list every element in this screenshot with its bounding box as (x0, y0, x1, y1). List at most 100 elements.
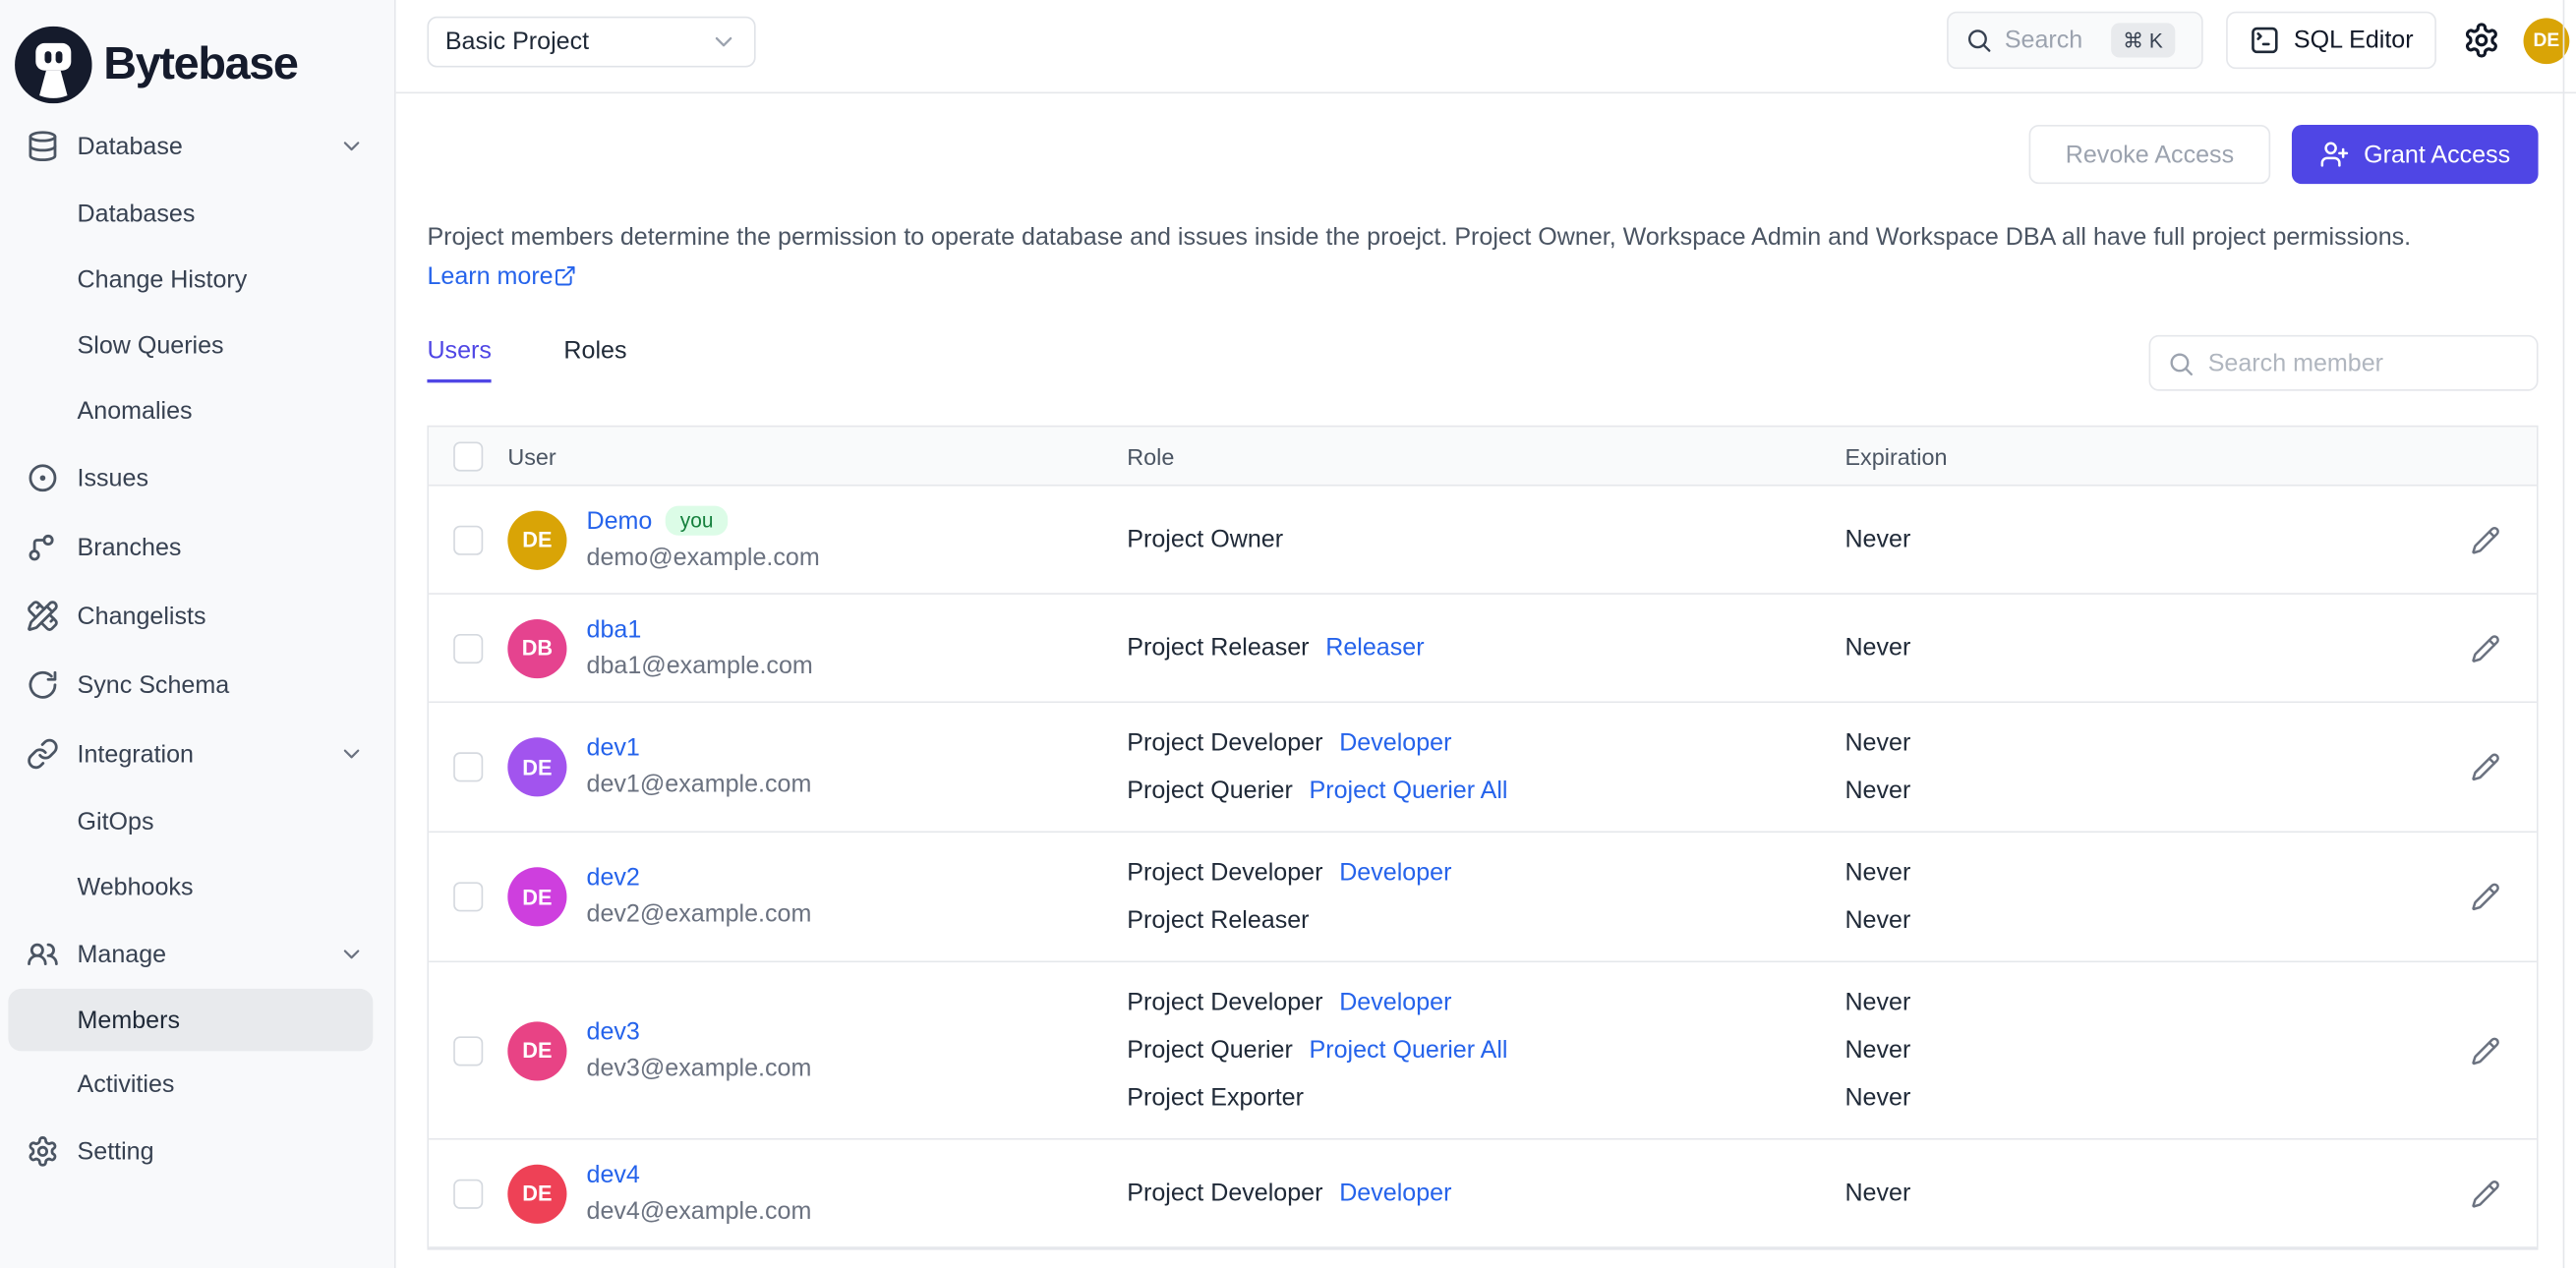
sidebar-item-issues[interactable]: Issues (0, 443, 394, 512)
role-text: Project Owner (1127, 525, 1284, 554)
sidebar-item-anomalies[interactable]: Anomalies (0, 377, 394, 443)
sql-editor-label: SQL Editor (2293, 26, 2414, 55)
member-email: dba1@example.com (586, 651, 813, 679)
member-search-input[interactable] (2207, 349, 2521, 377)
sidebar-item-label: Database (77, 132, 183, 160)
search-icon (2167, 349, 2195, 376)
tab-users[interactable]: Users (427, 337, 492, 383)
column-header-role: Role (1127, 442, 1175, 470)
issue-icon (27, 462, 59, 494)
expiration-text: Never (1844, 525, 1911, 554)
table-row: DE dev4 dev4@example.com Project Develop… (429, 1139, 2537, 1248)
member-name-link[interactable]: dev1 (587, 731, 640, 768)
sidebar-item-database[interactable]: Database (0, 112, 394, 181)
sidebar-item-integration[interactable]: Integration (0, 720, 394, 788)
member-email: dev1@example.com (586, 770, 812, 799)
global-search[interactable]: ⌘ K (1947, 11, 2204, 70)
gear-icon (27, 1135, 59, 1168)
role-link[interactable]: Project Querier All (1310, 1036, 1508, 1064)
role-text: Project Querier (1127, 1036, 1293, 1065)
chevron-down-icon (338, 741, 365, 768)
learn-more-link[interactable]: Learn more (427, 262, 553, 290)
bytebase-logo[interactable]: Bytebase (0, 0, 394, 112)
chevron-down-icon (710, 28, 737, 55)
member-name-link[interactable]: dba1 (587, 611, 642, 648)
avatar: DE (507, 509, 567, 569)
changelist-icon (27, 600, 59, 632)
column-header-user: User (507, 442, 556, 470)
expiration-text: Never (1844, 633, 1911, 663)
edit-member-button[interactable] (2471, 1036, 2500, 1066)
sidebar-item-sync-schema[interactable]: Sync Schema (0, 651, 394, 720)
revoke-access-button[interactable]: Revoke Access (2029, 124, 2270, 185)
edit-member-button[interactable] (2471, 633, 2500, 663)
edit-member-button[interactable] (2471, 1179, 2500, 1208)
sidebar-item-slow-queries[interactable]: Slow Queries (0, 312, 394, 377)
role-link[interactable]: Releaser (1325, 634, 1424, 662)
role-text: Project Developer (1127, 988, 1323, 1017)
edit-member-button[interactable] (2471, 525, 2500, 554)
sidebar-item-branches[interactable]: Branches (0, 512, 394, 581)
project-selector-value: Basic Project (444, 28, 590, 56)
column-header-expiration: Expiration (1844, 442, 1948, 470)
tab-roles[interactable]: Roles (563, 337, 626, 383)
page-description: Project members determine the permission… (427, 218, 2474, 297)
bytebase-logo-icon (15, 25, 92, 103)
member-name-link[interactable]: Demo (587, 503, 653, 540)
select-all-checkbox[interactable] (453, 440, 484, 471)
role-link[interactable]: Developer (1339, 989, 1451, 1016)
expiration-text: Never (1844, 988, 1911, 1017)
sql-editor-button[interactable]: SQL Editor (2226, 11, 2436, 70)
role-link[interactable]: Developer (1339, 729, 1451, 757)
role-link[interactable]: Project Querier All (1310, 777, 1508, 804)
terminal-icon (2250, 25, 2281, 56)
project-selector[interactable]: Basic Project (427, 16, 756, 68)
settings-gear-icon[interactable] (2463, 22, 2500, 59)
role-link[interactable]: Developer (1339, 859, 1451, 887)
edit-member-button[interactable] (2471, 752, 2500, 781)
member-name-link[interactable]: dev3 (587, 1014, 640, 1051)
row-checkbox[interactable] (453, 882, 484, 912)
sidebar-item-webhooks[interactable]: Webhooks (0, 854, 394, 920)
sidebar-item-setting[interactable]: Setting (0, 1117, 394, 1185)
link-icon (27, 737, 59, 770)
chevron-down-icon (338, 941, 365, 967)
avatar: DB (507, 618, 567, 678)
row-checkbox[interactable] (453, 524, 484, 554)
member-name-link[interactable]: dev4 (587, 1157, 640, 1193)
row-checkbox[interactable] (453, 633, 484, 663)
sidebar-item-changelists[interactable]: Changelists (0, 582, 394, 651)
table-row: DB dba1 dba1@example.com Project Release… (429, 594, 2537, 704)
sidebar-item-manage[interactable]: Manage (0, 920, 394, 989)
member-email: dev3@example.com (586, 1053, 812, 1082)
grant-access-button[interactable]: Grant Access (2291, 124, 2539, 185)
row-checkbox[interactable] (453, 1035, 484, 1066)
expiration-text: Never (1844, 1036, 1911, 1065)
search-input[interactable] (2004, 26, 2100, 55)
row-checkbox[interactable] (453, 752, 484, 782)
row-checkbox[interactable] (453, 1178, 484, 1209)
bytebase-logo-text: Bytebase (103, 37, 299, 89)
member-search[interactable] (2148, 334, 2539, 391)
role-link[interactable]: Developer (1339, 1180, 1451, 1207)
expiration-text: Never (1844, 1179, 1911, 1208)
sidebar-item-label: Integration (77, 739, 194, 769)
expiration-text: Never (1844, 906, 1911, 935)
expiration-text: Never (1844, 728, 1911, 758)
description-text: Project members determine the permission… (427, 223, 2412, 252)
topbar: Basic Project ⌘ K SQL Editor (395, 0, 2576, 94)
scrollbar-track[interactable] (2562, 0, 2565, 1268)
avatar: DE (507, 1020, 567, 1080)
role-text: Project Releaser (1127, 906, 1310, 935)
sidebar-item-members[interactable]: Members (8, 988, 374, 1052)
sidebar-item-activities[interactable]: Activities (0, 1051, 394, 1117)
expiration-text: Never (1844, 777, 1911, 805)
edit-member-button[interactable] (2471, 882, 2500, 911)
member-name-link[interactable]: dev2 (587, 861, 640, 897)
sidebar-item-label: Setting (77, 1137, 154, 1166)
sidebar-item-databases[interactable]: Databases (0, 181, 394, 247)
members-page: Revoke Access Grant Access Project membe… (395, 93, 2576, 1268)
sidebar-item-gitops[interactable]: GitOps (0, 788, 394, 854)
sidebar-item-change-history[interactable]: Change History (0, 247, 394, 313)
sidebar-item-label: Activities (77, 1069, 175, 1099)
